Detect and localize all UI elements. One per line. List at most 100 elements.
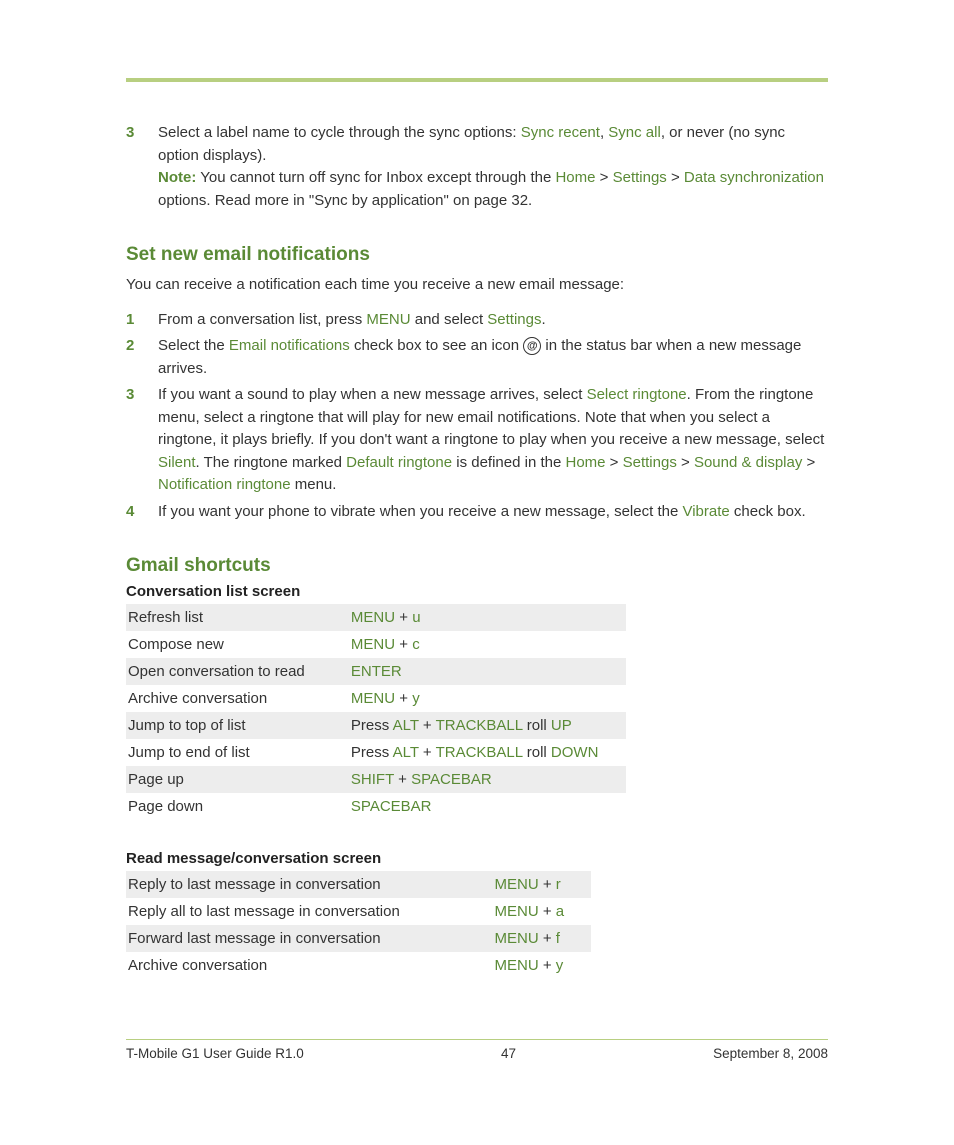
key: u bbox=[412, 609, 420, 626]
step-body: Select the Email notifications check box… bbox=[158, 335, 828, 380]
text: + bbox=[394, 771, 411, 788]
action-cell: Reply to last message in conversation bbox=[126, 871, 493, 898]
text: options. Read more in "Sync by applicati… bbox=[158, 192, 532, 209]
key: MENU bbox=[495, 930, 539, 947]
action-cell: Page up bbox=[126, 766, 349, 793]
table-row: Reply all to last message in conversatio… bbox=[126, 898, 591, 925]
action-cell: Forward last message in conversation bbox=[126, 925, 493, 952]
text: + bbox=[419, 717, 436, 734]
list-item: 4 If you want your phone to vibrate when… bbox=[126, 501, 828, 524]
key: c bbox=[412, 636, 420, 653]
step-body: If you want a sound to play when a new m… bbox=[158, 384, 828, 497]
action-cell: Compose new bbox=[126, 631, 349, 658]
shortcut-table-conversation: Refresh list MENU + u Compose new MENU +… bbox=[126, 604, 626, 820]
shortcut-cell: MENU + c bbox=[349, 631, 626, 658]
keyword-notification-ringtone: Notification ringtone bbox=[158, 476, 291, 493]
text: menu. bbox=[291, 476, 337, 493]
table-row: Jump to top of list Press ALT + TRACKBAL… bbox=[126, 712, 626, 739]
text: + bbox=[395, 636, 412, 653]
keyword-settings: Settings bbox=[623, 454, 677, 471]
key: UP bbox=[551, 717, 572, 734]
text: > bbox=[802, 454, 815, 471]
table-row: Jump to end of list Press ALT + TRACKBAL… bbox=[126, 739, 626, 766]
key: TRACKBALL bbox=[436, 744, 523, 761]
shortcut-cell: MENU + a bbox=[493, 898, 591, 925]
table-row: Reply to last message in conversation ME… bbox=[126, 871, 591, 898]
table-row: Compose new MENU + c bbox=[126, 631, 626, 658]
shortcut-cell: SHIFT + SPACEBAR bbox=[349, 766, 626, 793]
action-cell: Refresh list bbox=[126, 604, 349, 631]
text: + bbox=[419, 744, 436, 761]
text: > bbox=[606, 454, 623, 471]
sub-heading-read-message: Read message/conversation screen bbox=[126, 850, 828, 867]
text: Select a label name to cycle through the… bbox=[158, 124, 521, 141]
text: roll bbox=[523, 717, 551, 734]
keyword-data-sync: Data synchronization bbox=[684, 169, 824, 186]
key: SPACEBAR bbox=[411, 771, 492, 788]
step-number: 3 bbox=[126, 384, 158, 497]
key: SPACEBAR bbox=[351, 798, 432, 815]
document-page: 3 Select a label name to cycle through t… bbox=[0, 0, 954, 1101]
key: ENTER bbox=[351, 663, 402, 680]
text: check box to see an icon bbox=[350, 337, 523, 354]
key: TRACKBALL bbox=[436, 717, 523, 734]
text: If you want your phone to vibrate when y… bbox=[158, 503, 682, 520]
step-number: 2 bbox=[126, 335, 158, 380]
list-item: 3 If you want a sound to play when a new… bbox=[126, 384, 828, 497]
text: . bbox=[542, 311, 546, 328]
text: roll bbox=[523, 744, 551, 761]
action-cell: Archive conversation bbox=[126, 685, 349, 712]
key: MENU bbox=[495, 903, 539, 920]
keyword-vibrate: Vibrate bbox=[682, 503, 729, 520]
footer-date: September 8, 2008 bbox=[713, 1046, 828, 1061]
list-item: 3 Select a label name to cycle through t… bbox=[126, 122, 828, 212]
text: is defined in the bbox=[452, 454, 565, 471]
table-row: Archive conversation MENU + y bbox=[126, 685, 626, 712]
key: SHIFT bbox=[351, 771, 394, 788]
heading-set-new-email-notifications: Set new email notifications bbox=[126, 244, 828, 266]
text: and select bbox=[411, 311, 488, 328]
keyword-default-ringtone: Default ringtone bbox=[346, 454, 452, 471]
text: + bbox=[539, 903, 556, 920]
text: . The ringtone marked bbox=[196, 454, 347, 471]
key: r bbox=[556, 876, 561, 893]
shortcut-table-read-message: Reply to last message in conversation ME… bbox=[126, 871, 591, 979]
text: Press bbox=[351, 744, 393, 761]
top-rule bbox=[126, 78, 828, 82]
key: MENU bbox=[351, 690, 395, 707]
page-footer: T-Mobile G1 User Guide R1.0 47 September… bbox=[126, 1039, 828, 1061]
text: + bbox=[395, 609, 412, 626]
key: DOWN bbox=[551, 744, 599, 761]
list-item: 1 From a conversation list, press MENU a… bbox=[126, 309, 828, 332]
table-row: Open conversation to read ENTER bbox=[126, 658, 626, 685]
text: > bbox=[677, 454, 694, 471]
list-item: 2 Select the Email notifications check b… bbox=[126, 335, 828, 380]
step-body: Select a label name to cycle through the… bbox=[158, 122, 828, 212]
table-row: Page up SHIFT + SPACEBAR bbox=[126, 766, 626, 793]
text: Press bbox=[351, 717, 393, 734]
step-body: If you want your phone to vibrate when y… bbox=[158, 501, 828, 524]
key: ALT bbox=[393, 744, 419, 761]
action-cell: Page down bbox=[126, 793, 349, 820]
key: MENU bbox=[351, 636, 395, 653]
heading-gmail-shortcuts: Gmail shortcuts bbox=[126, 555, 828, 577]
key: MENU bbox=[351, 609, 395, 626]
keyword-email-notifications: Email notifications bbox=[229, 337, 350, 354]
at-icon: @ bbox=[523, 337, 541, 355]
text: If you want a sound to play when a new m… bbox=[158, 386, 587, 403]
keyword-select-ringtone: Select ringtone bbox=[587, 386, 687, 403]
key: y bbox=[556, 957, 564, 974]
text: > bbox=[667, 169, 684, 186]
keyword-menu: MENU bbox=[366, 311, 410, 328]
action-cell: Jump to end of list bbox=[126, 739, 349, 766]
keyword-silent: Silent bbox=[158, 454, 196, 471]
action-cell: Reply all to last message in conversatio… bbox=[126, 898, 493, 925]
shortcut-cell: MENU + f bbox=[493, 925, 591, 952]
shortcut-cell: Press ALT + TRACKBALL roll DOWN bbox=[349, 739, 626, 766]
shortcut-cell: MENU + y bbox=[493, 952, 591, 979]
table-row: Page down SPACEBAR bbox=[126, 793, 626, 820]
text: > bbox=[595, 169, 612, 186]
keyword-home: Home bbox=[566, 454, 606, 471]
key: a bbox=[556, 903, 564, 920]
text: You cannot turn off sync for Inbox excep… bbox=[196, 169, 555, 186]
